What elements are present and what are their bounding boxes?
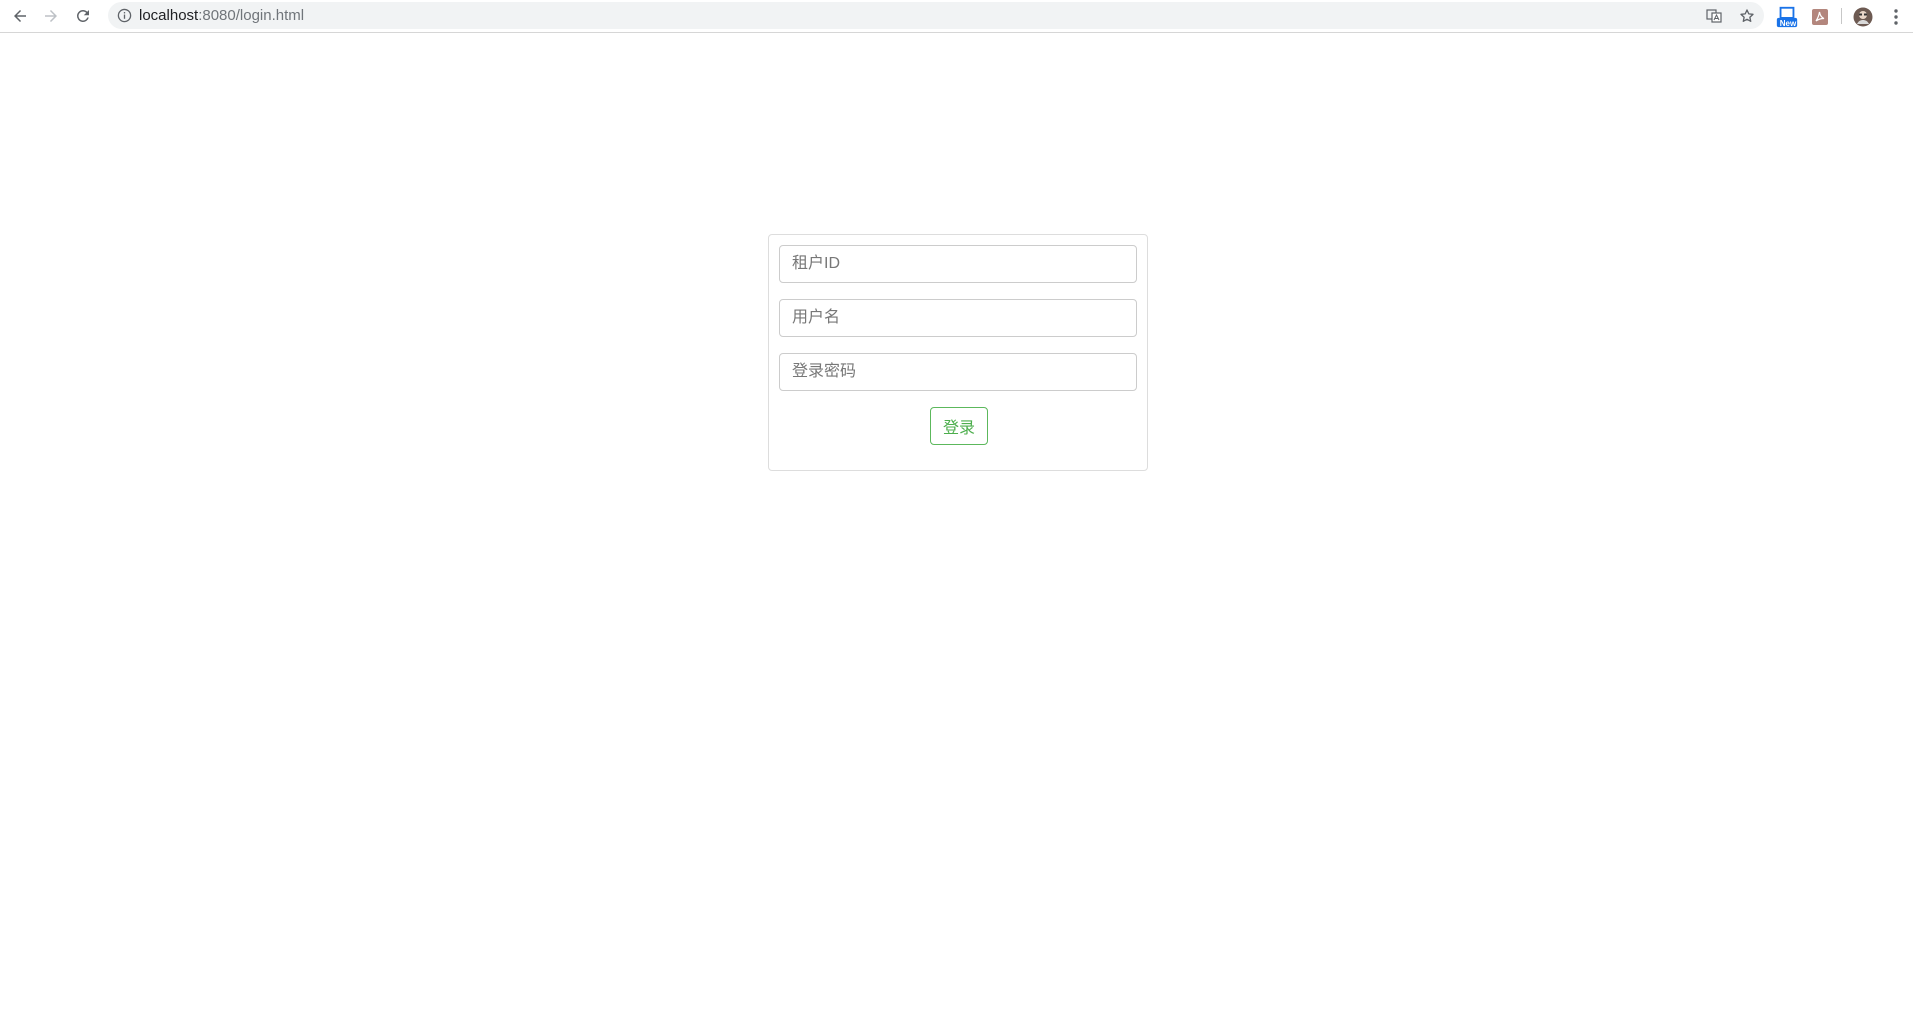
kebab-menu-icon [1894,9,1898,25]
reload-button[interactable] [69,2,97,30]
url-path: :8080/login.html [198,7,305,24]
star-icon[interactable] [1737,6,1757,26]
browser-toolbar: localhost:8080/login.html New [0,0,1913,33]
news-extension-button[interactable]: New [1775,5,1799,29]
back-arrow-icon [14,10,26,22]
forward-button[interactable] [37,2,65,30]
url-host: localhost [139,7,199,24]
extension-badge: New [1779,19,1797,28]
browser-menu-button[interactable] [1884,5,1908,29]
toolbar-separator [1841,8,1842,24]
profile-avatar-icon [1853,7,1873,27]
url-text[interactable]: localhost:8080/login.html [139,2,304,29]
forward-arrow-icon [45,10,57,22]
profile-button[interactable] [1851,5,1875,29]
info-icon[interactable] [116,7,132,23]
username-input[interactable] [779,299,1137,337]
tenant-id-input[interactable] [779,245,1137,283]
reload-icon [76,9,89,22]
address-bar[interactable]: localhost:8080/login.html [108,2,1764,29]
translate-icon[interactable] [1704,6,1724,26]
back-button[interactable] [6,2,34,30]
pdf-extension-button[interactable] [1808,5,1832,29]
login-panel: 登录 [768,234,1148,471]
pdf-extension-icon [1812,9,1828,25]
login-button[interactable]: 登录 [930,407,988,445]
password-input[interactable] [779,353,1137,391]
